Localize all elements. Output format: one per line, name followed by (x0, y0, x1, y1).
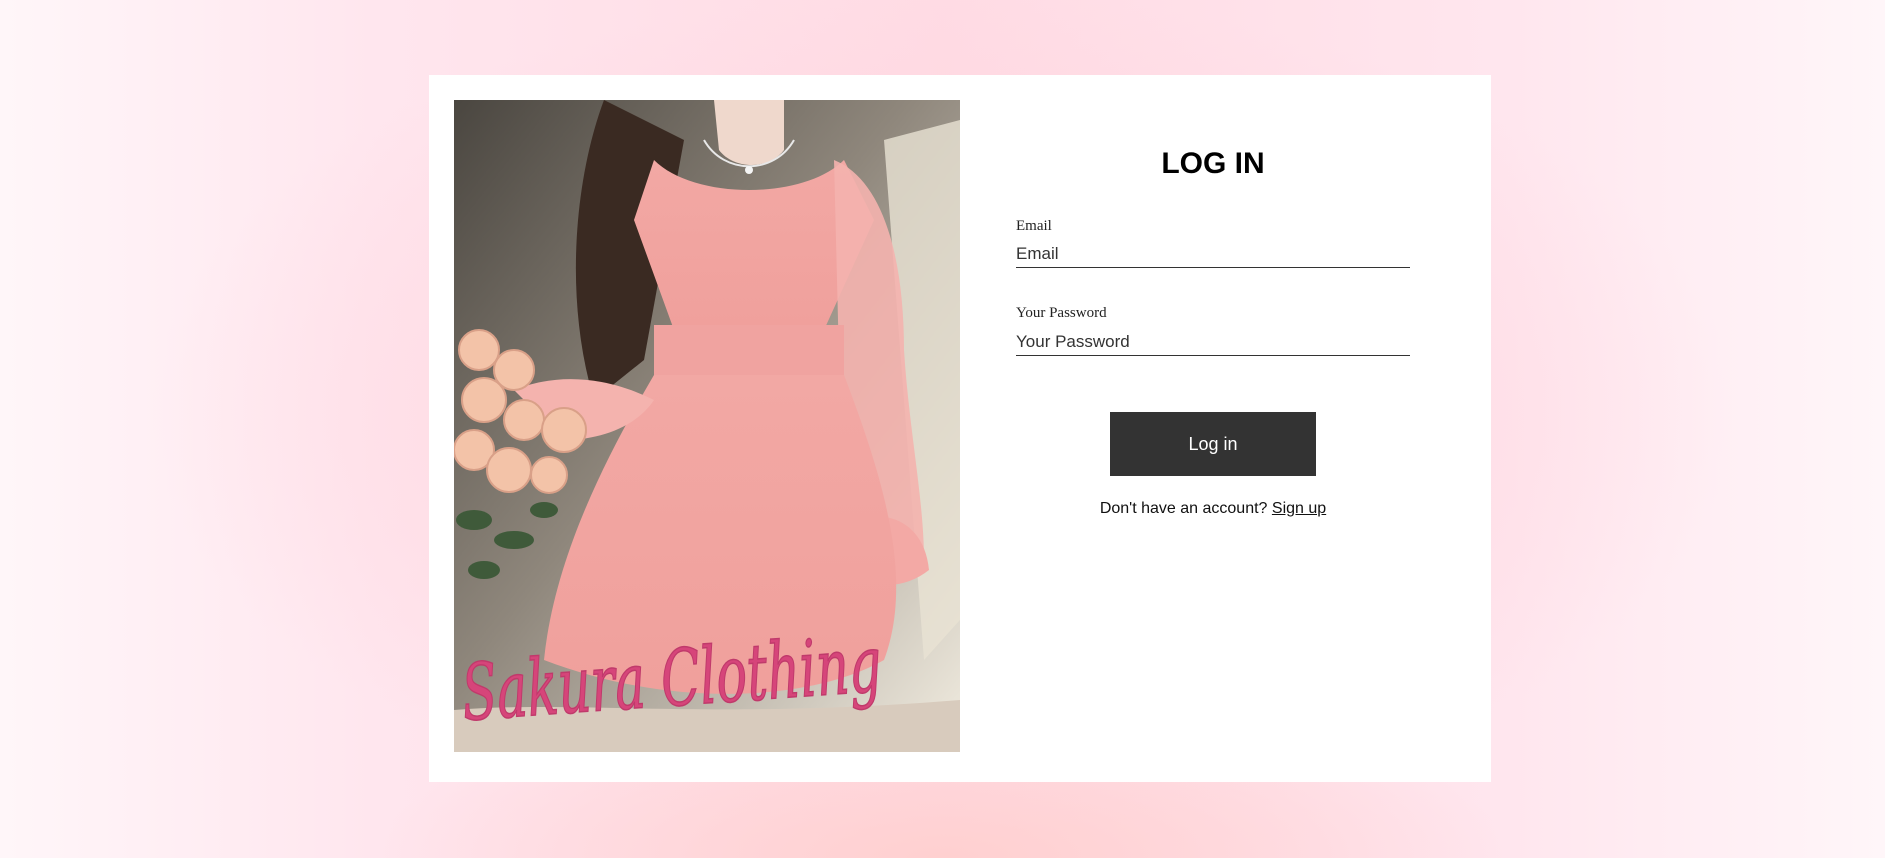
password-label: Your Password (1016, 305, 1107, 321)
dress-illustration: Sakura Clothing (454, 100, 960, 752)
login-button[interactable]: Log in (1110, 412, 1316, 476)
hero-image: Sakura Clothing (454, 100, 960, 752)
signup-link[interactable]: Sign up (1272, 500, 1326, 517)
page-title: LOG IN (1161, 147, 1265, 180)
login-card: Sakura Clothing LOG IN Email Your Passwo… (429, 75, 1491, 782)
email-label: Email (1016, 218, 1052, 234)
signup-row: Don't have an account? Sign up (1016, 500, 1410, 518)
password-field[interactable] (1016, 328, 1410, 356)
signup-prompt: Don't have an account? (1099, 500, 1268, 517)
email-field[interactable] (1016, 240, 1410, 268)
